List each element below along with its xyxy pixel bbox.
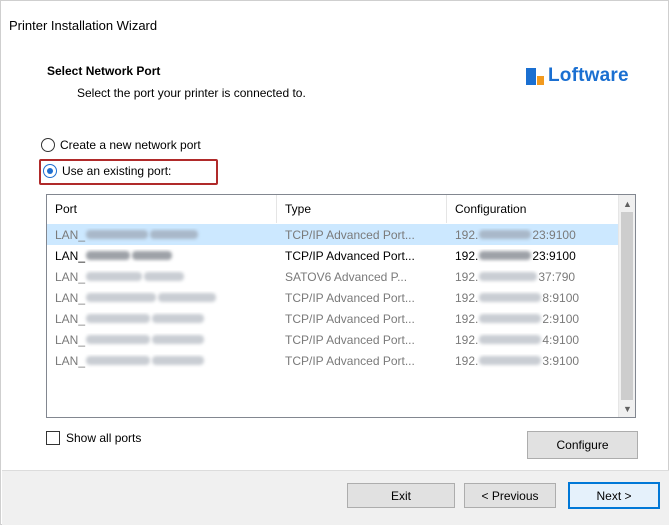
next-button[interactable]: Next > (568, 482, 660, 509)
configure-button[interactable]: Configure (527, 431, 638, 459)
column-header-port[interactable]: Port (47, 195, 277, 223)
wizard-window: Printer Installation Wizard Select Netwo… (0, 0, 669, 525)
cell-configuration: 192. 37:790 (455, 269, 576, 284)
cell-type: TCP/IP Advanced Port... (285, 290, 415, 305)
table-row[interactable]: LAN_ TCP/IP Advanced Port... 192. 4:9100 (47, 329, 619, 350)
scroll-down-icon[interactable]: ▼ (619, 400, 635, 417)
scroll-up-icon[interactable]: ▲ (619, 195, 635, 212)
cell-port: LAN_ (47, 228, 277, 242)
cell-type: TCP/IP Advanced Port... (285, 311, 415, 326)
radio-existing-label: Use an existing port: (62, 164, 172, 178)
cell-port: LAN_ (47, 249, 277, 263)
cell-configuration: 192. 23:9100 (455, 227, 576, 242)
cell-configuration: 192. 23:9100 (455, 248, 576, 263)
cell-configuration: 192. 4:9100 (455, 332, 580, 347)
cell-port: LAN_ (47, 270, 277, 284)
cell-configuration: 192. 8:9100 (455, 290, 580, 305)
cell-port: LAN_ (47, 312, 277, 326)
window-title: Printer Installation Wizard (9, 18, 158, 33)
radio-use-existing-port[interactable]: Use an existing port: (43, 164, 171, 178)
table-row[interactable]: LAN_ SATOV6 Advanced P... 192. 37:790 (47, 266, 619, 287)
checkbox-indicator[interactable] (46, 431, 60, 445)
scrollbar-thumb[interactable] (621, 212, 633, 400)
cell-configuration: 192. 3:9100 (455, 353, 580, 368)
cell-configuration: 192. 2:9100 (455, 311, 580, 326)
table-row[interactable]: LAN_ TCP/IP Advanced Port... 192. 2:9100 (47, 308, 619, 329)
cell-type: TCP/IP Advanced Port... (285, 248, 415, 263)
page-subtitle: Select the port your printer is connecte… (77, 86, 306, 100)
page-title: Select Network Port (47, 64, 161, 78)
ports-list-body: LAN_ TCP/IP Advanced Port... 192. 23:9100… (47, 224, 619, 371)
column-header-type[interactable]: Type (277, 195, 447, 223)
radio-create-indicator[interactable] (41, 138, 55, 152)
table-row[interactable]: LAN_ TCP/IP Advanced Port... 192. 8:9100 (47, 287, 619, 308)
previous-button[interactable]: < Previous (464, 483, 556, 508)
column-header-configuration[interactable]: Configuration (447, 195, 619, 223)
radio-create-new-port[interactable]: Create a new network port (41, 138, 201, 152)
cell-port: LAN_ (47, 333, 277, 347)
ports-list[interactable]: Port Type Configuration LAN_ TCP/IP Adva… (46, 194, 636, 418)
ports-list-scrollbar[interactable]: ▲ ▼ (618, 195, 635, 417)
loftware-logo-icon (526, 67, 544, 85)
ports-list-header: Port Type Configuration (47, 195, 619, 223)
loftware-logo: Loftware (526, 65, 629, 87)
radio-existing-indicator[interactable] (43, 164, 57, 178)
show-all-ports-label: Show all ports (66, 431, 142, 445)
cell-type: SATOV6 Advanced P... (285, 269, 408, 284)
exit-button[interactable]: Exit (347, 483, 455, 508)
table-row[interactable]: LAN_ TCP/IP Advanced Port... 192. 3:9100 (47, 350, 619, 371)
cell-port: LAN_ (47, 354, 277, 368)
cell-type: TCP/IP Advanced Port... (285, 332, 415, 347)
show-all-ports-checkbox[interactable]: Show all ports (46, 431, 141, 445)
cell-type: TCP/IP Advanced Port... (285, 227, 415, 242)
logo-text: Loftware (548, 65, 629, 86)
table-row[interactable]: LAN_ TCP/IP Advanced Port... 192. 23:9100 (47, 224, 619, 245)
cell-port: LAN_ (47, 291, 277, 305)
table-row[interactable]: LAN_ TCP/IP Advanced Port... 192. 23:9100 (47, 245, 619, 266)
radio-create-label: Create a new network port (60, 138, 201, 152)
cell-type: TCP/IP Advanced Port... (285, 353, 415, 368)
